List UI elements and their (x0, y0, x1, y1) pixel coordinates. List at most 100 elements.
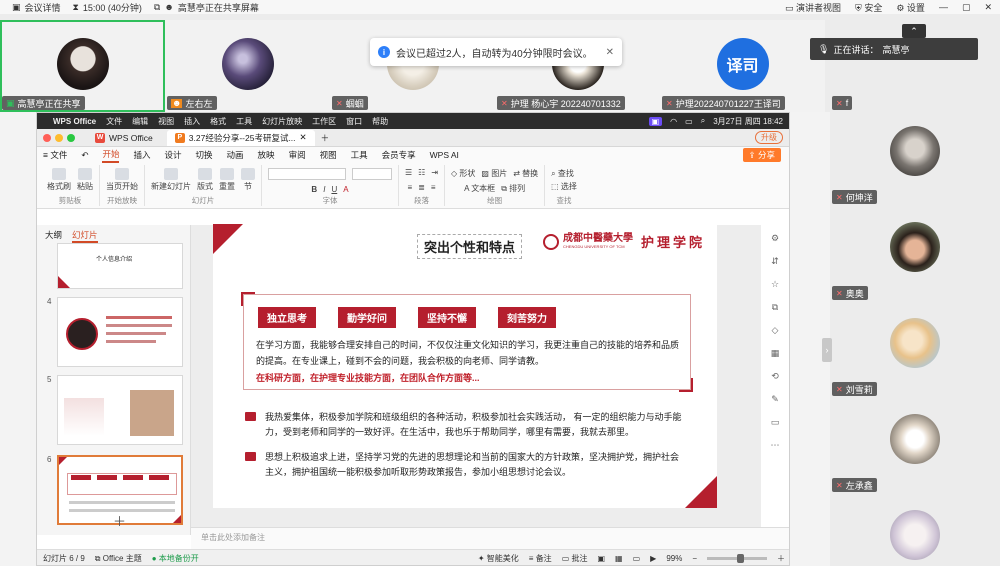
security-button[interactable]: ⛨ 安全 (855, 1, 882, 14)
current-slide[interactable]: 突出个性和特点 成都中醫藥大學 CHENGDU UNIVERSITY OF TC… (213, 224, 717, 508)
slide-thumbnail[interactable]: 个人信息介绍 (57, 243, 183, 289)
select-button[interactable]: ⬚ 选择 (551, 181, 577, 192)
mac-menu-item[interactable]: 格式 (210, 116, 226, 127)
search-icon[interactable]: ⌕ (701, 116, 705, 126)
paste-button[interactable]: 粘贴 (77, 168, 93, 192)
share-button[interactable]: ⇪ 分享 (742, 148, 781, 162)
mac-menu-item[interactable]: 幻灯片放映 (262, 116, 302, 127)
align-left-icon[interactable]: ≡ (408, 183, 413, 192)
tab-animation[interactable]: 动画 (227, 149, 244, 161)
minimize-window-dot[interactable] (55, 133, 63, 142)
file-menu[interactable]: ≡ 文件 (43, 149, 67, 161)
font-family-select[interactable] (268, 168, 346, 180)
mac-menu-item[interactable]: 工具 (236, 116, 252, 127)
participant-tile[interactable]: 译司 ✕ 护理202240701227王译司 (660, 20, 825, 112)
play-icon[interactable]: ▶ (650, 554, 656, 563)
history-icon[interactable]: ⟲ (771, 371, 779, 382)
mac-menu-item[interactable]: 工作区 (312, 116, 336, 127)
italic-icon[interactable]: I (323, 185, 325, 194)
slide-thumbnail[interactable] (57, 375, 183, 445)
close-window-dot[interactable] (43, 133, 51, 142)
wifi-icon[interactable]: ◠ (670, 117, 677, 126)
bold-icon[interactable]: B (311, 185, 317, 194)
reset-button[interactable]: 重置 (219, 168, 235, 192)
tab-slides[interactable]: 幻灯片 (72, 229, 98, 243)
slide-thumbnail[interactable] (57, 297, 183, 367)
copy-icon[interactable]: ⧉ (772, 302, 778, 313)
layout-button[interactable]: 版式 (197, 168, 213, 192)
participant-tile[interactable]: ✕ 刘雪莉 (830, 306, 1000, 396)
sorter-view-icon[interactable]: ▦ (615, 554, 623, 563)
participant-tile[interactable]: ✕ 蝈蝈 (330, 20, 495, 112)
slide-title[interactable]: 突出个性和特点 (417, 234, 523, 259)
close-icon[interactable]: ✕ (606, 47, 614, 58)
participant-tile[interactable] (830, 498, 1000, 566)
add-slide-button[interactable]: ＋ (113, 511, 126, 530)
tab-insert[interactable]: 插入 (133, 149, 150, 161)
settings-icon[interactable]: ⚙ (771, 233, 779, 244)
participant-tile[interactable]: ✕ 何坤洋 (830, 114, 1000, 204)
beautify-button[interactable]: ✦ 智能美化 (478, 553, 519, 564)
notes-pane[interactable]: 单击此处添加备注 (191, 527, 789, 549)
zoom-level[interactable]: 99% (666, 554, 682, 563)
reading-view-icon[interactable]: ▭ (633, 554, 641, 563)
upgrade-button[interactable]: 升级 (755, 131, 783, 144)
star-icon[interactable]: ☆ (771, 279, 779, 290)
tab-wps-ai[interactable]: WPS AI (430, 150, 459, 160)
align-right-icon[interactable]: ≡ (431, 183, 436, 192)
tab-slideshow[interactable]: 放映 (258, 149, 275, 161)
bullets-icon[interactable]: ☰ (405, 168, 412, 177)
shape-icon[interactable]: ◇ (772, 325, 779, 336)
normal-view-icon[interactable]: ▣ (597, 554, 605, 563)
animation-icon[interactable]: ✎ (771, 394, 779, 405)
comment-toggle[interactable]: ▭ 批注 (562, 553, 588, 564)
minimize-button[interactable]: — (939, 2, 948, 12)
section-button[interactable]: 节 (241, 168, 255, 192)
mac-menu-item[interactable]: 窗口 (346, 116, 362, 127)
view-button[interactable]: ▭ 演讲者视图 (785, 1, 841, 14)
mac-menu-item[interactable]: 插入 (184, 116, 200, 127)
mac-app-name[interactable]: WPS Office (53, 117, 96, 126)
tab-review[interactable]: 审阅 (289, 149, 306, 161)
mac-menu-item[interactable]: 文件 (106, 116, 122, 127)
new-tab-button[interactable]: ＋ (321, 132, 330, 144)
replace-button[interactable]: ⇄ 替换 (513, 168, 538, 179)
zoom-out-icon[interactable]: − (692, 554, 697, 563)
collapse-sidebar-button[interactable]: › (822, 338, 832, 362)
layout-icon[interactable]: ▦ (771, 348, 780, 359)
backup-status[interactable]: ● 本地备份开 (152, 553, 199, 564)
close-tab-icon[interactable]: ✕ (300, 132, 307, 143)
tab-wps-home[interactable]: W WPS Office (87, 130, 161, 146)
study-box[interactable]: 独立思考 勤学好问 坚持不懈 刻苦努力 在学习方面，我能够合理安排自己的时间，不… (241, 292, 693, 392)
participant-tile[interactable]: ☻ 左右左 (165, 20, 330, 112)
find-button[interactable]: ⌕ 查找 (551, 168, 574, 179)
adjust-icon[interactable]: ⇵ (771, 256, 779, 267)
zoom-slider[interactable] (707, 554, 767, 563)
start-from-current-button[interactable]: 当页开始 (106, 168, 138, 192)
transition-icon[interactable]: ▭ (771, 417, 780, 428)
font-color-icon[interactable]: A (343, 185, 348, 194)
tab-document[interactable]: P 3.27经验分享--25考研复试... ✕ (166, 129, 315, 146)
shape-button[interactable]: ◇ 形状 (451, 168, 475, 179)
numbering-icon[interactable]: ☷ (418, 168, 425, 177)
more-icon[interactable]: ⋯ (771, 440, 780, 451)
bullet-ideology[interactable]: 思想上积极追求上进，坚持学习党的先进的思想理论和当前的国家大的方针政策，坚决拥护… (245, 450, 685, 480)
tab-member[interactable]: 会员专享 (382, 149, 416, 161)
mac-menu-item[interactable]: 帮助 (372, 116, 388, 127)
collapse-up-button[interactable]: ⌃ (902, 24, 926, 38)
battery-icon[interactable]: ▭ (685, 117, 693, 126)
undo-icon[interactable]: ↶ (81, 150, 88, 161)
picture-button[interactable]: ▨ 图片 (481, 168, 507, 179)
mac-menu-item[interactable]: 编辑 (132, 116, 148, 127)
mac-menu-item[interactable]: 视图 (158, 116, 174, 127)
participant-tile[interactable]: ✕ 左承鑫 (830, 402, 1000, 492)
settings-button[interactable]: ⚙ 设置 (896, 1, 925, 14)
format-painter-button[interactable]: 格式刷 (47, 168, 71, 192)
tab-transition[interactable]: 切换 (196, 149, 213, 161)
bullet-collective[interactable]: 我热爱集体，积极参加学院和班级组织的各种活动，积极参加社会实践活动， 有一定的组… (245, 410, 685, 440)
close-window-button[interactable]: ✕ (984, 2, 992, 13)
maximize-button[interactable]: ▢ (962, 2, 971, 13)
tab-tools[interactable]: 工具 (351, 149, 368, 161)
zoom-window-dot[interactable] (67, 133, 75, 142)
mac-clock[interactable]: 3月27日 周四 18:42 (713, 116, 783, 127)
